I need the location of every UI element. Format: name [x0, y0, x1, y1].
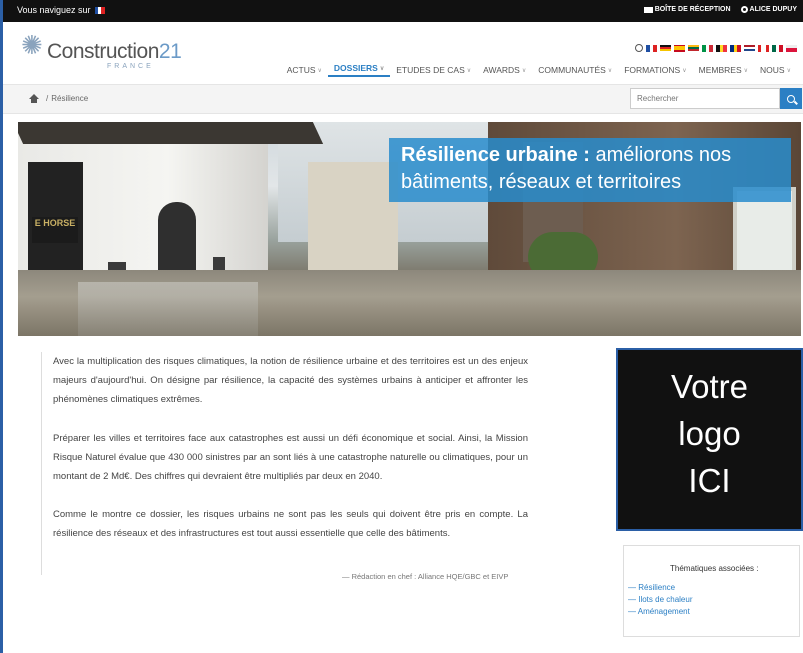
- flag-es-icon[interactable]: [674, 44, 685, 52]
- gear-icon: [740, 6, 748, 13]
- flag-ro-icon[interactable]: [730, 44, 742, 52]
- theme-link-amenagement[interactable]: — Aménagement: [628, 606, 692, 618]
- chevron-down-icon: ∨: [379, 65, 385, 72]
- theme-link-resilience[interactable]: — Résilience: [628, 582, 692, 594]
- paragraph: Comme le montre ce dossier, les risques …: [53, 509, 528, 540]
- menu-item-formations[interactable]: FORMATIONS ∨: [618, 63, 692, 77]
- france-flag-icon: [94, 6, 105, 14]
- logo-star-icon: ✺: [21, 30, 43, 60]
- chevron-down-icon: ∨: [743, 67, 749, 74]
- menu-item-dossiers[interactable]: DOSSIERS ∨: [327, 63, 391, 77]
- article-signature: — Rédaction en chef : Alliance HQE/GBC e…: [342, 572, 509, 581]
- inbox-label: BOÎTE DE RÉCEPTION: [654, 6, 731, 13]
- menu-item-membres[interactable]: MEMBRES ∨: [693, 63, 754, 77]
- chevron-down-icon: ∨: [607, 67, 613, 74]
- search-input[interactable]: [630, 88, 780, 109]
- inbox-link[interactable]: BOÎTE DE RÉCEPTION: [643, 6, 731, 13]
- language-flags: [635, 44, 797, 52]
- hero-title-line2: bâtiments, réseaux et territoires: [401, 171, 682, 193]
- shop-sign: E HORSE: [32, 217, 78, 243]
- flag-pl-icon[interactable]: [786, 44, 797, 52]
- breadcrumb: / Résilience: [29, 94, 88, 103]
- language-notice-text: Vous naviguez sur: [17, 5, 91, 15]
- search-icon: [787, 94, 795, 103]
- related-themes-box: Thématiques associées : — Résilience — I…: [623, 545, 800, 637]
- related-themes-title: Thématiques associées :: [670, 564, 759, 573]
- breadcrumb-bar: / Résilience: [3, 84, 803, 114]
- chevron-down-icon: ∨: [317, 67, 322, 74]
- article-intro: Avec la multiplication des risques clima…: [41, 352, 542, 581]
- site-logo[interactable]: ✺ Construction21 FRANCE: [21, 30, 182, 70]
- flag-be-icon[interactable]: [716, 44, 728, 52]
- menu-item-communautes[interactable]: COMMUNAUTÉS ∨: [532, 63, 618, 77]
- chevron-down-icon: ∨: [466, 67, 472, 74]
- menu-item-etudes[interactable]: ETUDES DE CAS ∨: [390, 63, 477, 77]
- logo-wordmark: Construction21: [47, 40, 182, 63]
- flag-it-icon[interactable]: [702, 44, 714, 52]
- site-header: ✺ Construction21 FRANCE ACTUS ∨ DOSSIERS ∨…: [3, 22, 803, 84]
- related-themes-list: — Résilience — Ilots de chaleur — Aménag…: [628, 582, 692, 618]
- menu-item-nous[interactable]: NOUS ∨: [754, 63, 797, 77]
- breadcrumb-current: Résilience: [51, 94, 89, 103]
- logo-placeholder-line3: ICI: [688, 462, 731, 499]
- chevron-down-icon: ∨: [521, 67, 527, 74]
- logo-placeholder-line1: Votre: [670, 368, 749, 405]
- flag-lt-icon[interactable]: [688, 44, 699, 52]
- flag-de-icon[interactable]: [660, 44, 671, 52]
- user-name: ALICE DUPUY: [749, 6, 797, 13]
- breadcrumb-separator: /: [46, 94, 49, 103]
- menu-item-awards[interactable]: AWARDS ∨: [477, 63, 532, 77]
- flag-nl-icon[interactable]: [744, 44, 755, 52]
- flag-ca-icon[interactable]: [758, 44, 769, 52]
- language-notice[interactable]: Vous naviguez sur: [17, 5, 105, 15]
- top-bar: Vous naviguez sur BOÎTE DE RÉCEPTION ALI…: [3, 0, 803, 22]
- user-menu[interactable]: ALICE DUPUY: [740, 6, 797, 13]
- search-button[interactable]: [780, 88, 802, 109]
- paragraph: Préparer les villes et territoires face …: [53, 432, 528, 483]
- home-icon[interactable]: [29, 94, 39, 103]
- flag-fr-icon[interactable]: [646, 44, 658, 52]
- logo-subtitle: FRANCE: [107, 63, 154, 70]
- paragraph: Avec la multiplication des risques clima…: [53, 356, 528, 406]
- logo-placeholder-line2: logo: [678, 415, 741, 452]
- hero-banner: Résilience urbaine : améliorons nos bâti…: [389, 138, 791, 202]
- globe-icon[interactable]: [635, 44, 643, 52]
- chevron-down-icon: ∨: [682, 67, 687, 74]
- chevron-down-icon: ∨: [786, 67, 791, 74]
- theme-link-ilots[interactable]: — Ilots de chaleur: [628, 594, 692, 606]
- logo-placeholder: Votre logo ICI: [616, 348, 803, 531]
- hero-image: E HORSE Résilience urbaine : améliorons …: [18, 122, 801, 336]
- main-menu: ACTUS ∨ DOSSIERS ∨ ETUDES DE CAS ∨ AWARDS ∨ …: [281, 63, 797, 77]
- mail-icon: [643, 6, 653, 13]
- hero-title-line1: Résilience urbaine : améliorons nos: [401, 144, 732, 166]
- flag-mx-icon[interactable]: [772, 44, 784, 52]
- menu-item-actus[interactable]: ACTUS ∨: [281, 63, 328, 77]
